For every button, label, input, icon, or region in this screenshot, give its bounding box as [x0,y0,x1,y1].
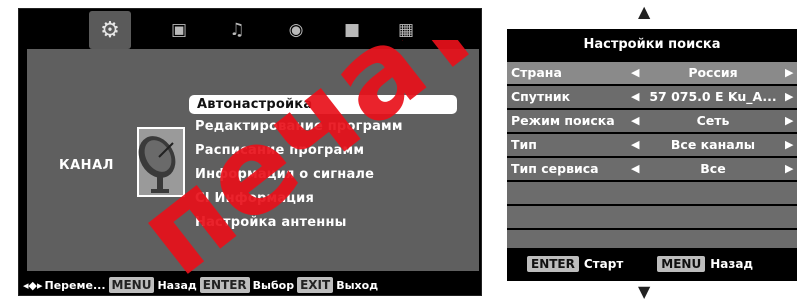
menu-item-signal-info[interactable]: Информация о сигнале [195,167,374,182]
menu-item-edit-programs[interactable]: Редактирование программ [195,119,403,134]
lock-icon[interactable]: ■ [337,15,367,45]
row-value: Все каналы [670,137,756,152]
exit-key-badge: EXIT [297,277,334,293]
back-hint-label: Назад [157,278,197,292]
clock-icon[interactable]: ◉ [281,15,311,45]
settings-row-service-type[interactable]: Тип сервиса ◀ Все ▶ [507,158,797,180]
gear-icon[interactable]: ⚙ [89,11,131,49]
start-hint-label: Старт [583,257,624,271]
arrow-left-icon[interactable]: ◀ [631,62,639,84]
menu-item-antenna-setup[interactable]: Настройка антенны [195,215,347,230]
menu-item-ci-info[interactable]: CI Информация [195,191,314,206]
search-settings-title: Настройки поиска [583,37,721,52]
move-hint-label: Переме... [44,278,106,292]
row-label: Спутник [511,89,571,104]
settings-row-type[interactable]: Тип ◀ Все каналы ▶ [507,134,797,156]
scroll-down-arrow-icon[interactable]: ▼ [638,284,650,300]
search-settings-footer: ENTER Старт MENU Назад [507,254,797,274]
channel-menu-screen: ⚙ ▣ ♫ ◉ ■ ▦ КАНАЛ Автонастройка Редактир… [18,8,482,296]
arrow-left-icon[interactable]: ◀ [631,158,639,180]
monitor-icon[interactable]: ▣ [164,15,194,45]
arrow-right-icon[interactable]: ▶ [785,62,793,84]
row-label: Страна [511,65,562,80]
row-label: Тип сервиса [511,161,599,176]
exit-hint-label: Выход [336,278,379,292]
enter-key-badge: ENTER [527,256,579,272]
scroll-up-arrow-icon[interactable]: ▲ [638,4,650,20]
row-value: Сеть [696,113,730,128]
row-label: Тип [511,137,537,152]
arrow-right-icon[interactable]: ▶ [785,110,793,132]
row-value: 57 075.0 E Ku_A... [649,89,777,104]
enter-key-badge: ENTER [199,277,250,293]
settings-row-empty [507,206,797,228]
settings-row-country[interactable]: Страна ◀ Россия ▶ [507,62,797,84]
select-hint-label: Выбор [252,278,295,292]
settings-row-empty [507,182,797,204]
settings-row-empty [507,230,797,248]
menu-tab-bar: ⚙ ▣ ♫ ◉ ■ ▦ [19,9,481,51]
navigation-arrows-icon: ◂◆▸ [23,278,43,292]
arrow-left-icon[interactable]: ◀ [631,110,639,132]
row-label: Режим поиска [511,113,615,128]
back-hint-label: Назад [710,257,754,271]
menu-panel: КАНАЛ Автонастройка Редактирование прогр… [27,49,479,271]
settings-row-satellite[interactable]: Спутник ◀ 57 075.0 E Ku_A... ▶ [507,86,797,108]
arrow-right-icon[interactable]: ▶ [785,158,793,180]
settings-row-search-mode[interactable]: Режим поиска ◀ Сеть ▶ [507,110,797,132]
row-value: Россия [688,65,738,80]
menu-key-badge: MENU [657,256,706,272]
apps-grid-icon[interactable]: ▦ [391,15,421,45]
menu-hint-bar: ◂◆▸ Переме... MENU Назад ENTER Выбор EXI… [19,275,481,295]
music-note-icon[interactable]: ♫ [222,15,252,45]
menu-key-badge: MENU [108,277,155,293]
menu-item-program-schedule[interactable]: Расписание программ [195,143,364,158]
menu-item-autotune[interactable]: Автонастройка [189,95,457,114]
satellite-dish-icon [137,127,185,197]
arrow-right-icon[interactable]: ▶ [785,134,793,156]
search-settings-panel: Настройки поиска Страна ◀ Россия ▶ Спутн… [507,29,797,281]
arrow-left-icon[interactable]: ◀ [631,86,639,108]
category-label: КАНАЛ [59,158,114,173]
row-value: Все [700,161,726,176]
arrow-left-icon[interactable]: ◀ [631,134,639,156]
arrow-right-icon[interactable]: ▶ [785,86,793,108]
